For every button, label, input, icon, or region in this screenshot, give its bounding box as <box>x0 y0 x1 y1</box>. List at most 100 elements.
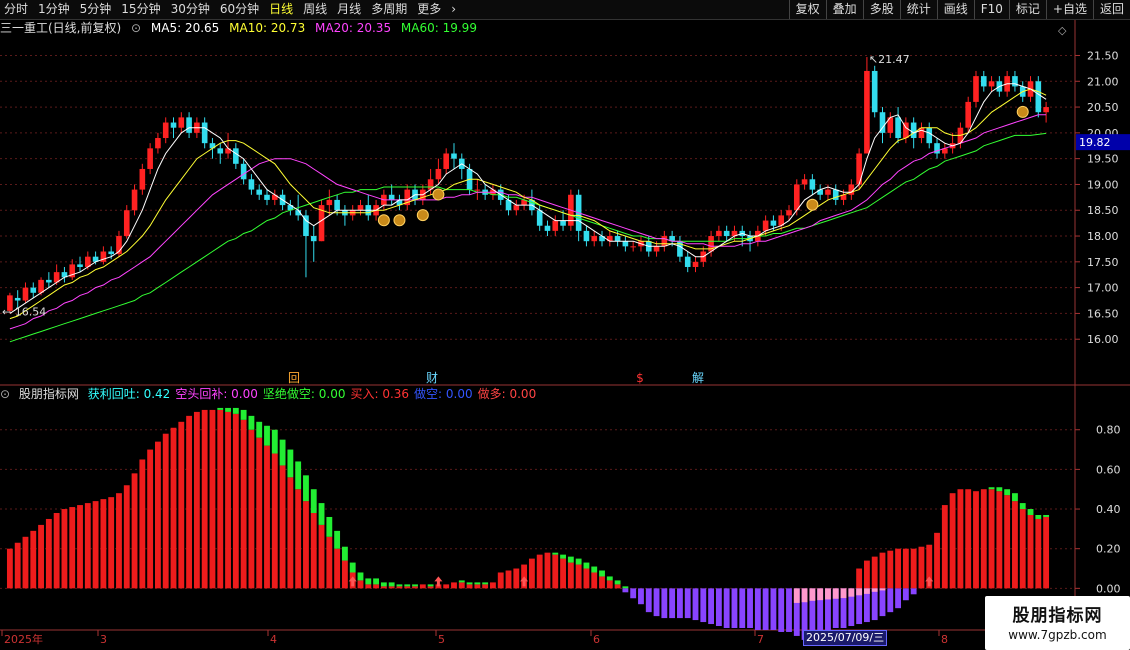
watermark-title: 股朋指标网 <box>1012 606 1103 626</box>
indicator-bar-buy <box>412 586 418 589</box>
indicator-bar-buy <box>6 548 13 589</box>
indicator-bar-buy <box>334 548 341 589</box>
indicator-bar-buy <box>1004 495 1011 589</box>
money-bag-icon <box>416 209 429 222</box>
candle-body <box>22 287 29 301</box>
indicator-bar-buy <box>201 409 208 589</box>
indicator-bar-buy <box>155 441 161 589</box>
indicator-bar-buy <box>482 584 489 589</box>
indicator-bar-profit <box>279 439 286 466</box>
candle-body <box>14 297 21 301</box>
indicator-bar-cover <box>809 588 816 601</box>
candle-body <box>248 179 255 190</box>
indicator-bar-buy <box>271 453 278 589</box>
candle-body <box>513 205 520 211</box>
indicator-bar-buy <box>918 546 925 589</box>
watermark-url: www.7gpzb.com <box>1008 628 1107 642</box>
candle-body <box>46 279 52 283</box>
candle-body <box>240 163 247 180</box>
indicator-bar-buy <box>131 473 138 589</box>
indicator-bar-profit <box>334 530 341 549</box>
indicator-bar-short <box>669 588 676 619</box>
indicator-bar-buy <box>490 582 496 589</box>
candle-body <box>147 148 153 169</box>
candle-body <box>622 241 629 247</box>
indicator-bar-profit <box>349 562 356 573</box>
indicator-bar-profit <box>575 558 582 565</box>
candle-body <box>178 117 185 128</box>
indicator-bar-buy <box>45 518 52 589</box>
candle-body <box>139 168 146 190</box>
indicator-bar-short <box>661 588 668 619</box>
indicator-bar-profit <box>606 576 613 581</box>
indicator-bar-short <box>747 588 753 628</box>
candle-body <box>801 179 808 185</box>
indicator-bar-buy <box>996 491 1003 589</box>
indicator-bar-buy <box>887 550 894 589</box>
indicator-bar-buy <box>170 427 177 589</box>
indicator-bar-short <box>754 588 761 630</box>
indicator-bar-buy <box>318 524 325 589</box>
indicator-bar-profit <box>303 475 309 502</box>
indicator-bar-buy <box>14 542 21 589</box>
indicator-bar-profit <box>264 425 270 446</box>
indicator-bar-buy <box>38 524 44 589</box>
candle-body <box>435 168 442 180</box>
indicator-bar-buy <box>396 586 403 589</box>
indicator-bar-buy <box>910 548 917 589</box>
price-tick-label: 18.00 <box>1087 230 1119 243</box>
money-bag-icon <box>1016 105 1029 118</box>
candle-body <box>186 117 192 133</box>
indicator-bar-profit <box>388 582 395 587</box>
indicator-bar-buy <box>895 548 901 589</box>
indicator-bar-buy <box>341 560 348 589</box>
indicator-bar-buy <box>567 562 574 589</box>
candle-body <box>474 189 481 191</box>
indicator-bar-cover <box>832 588 839 599</box>
indicator-tick-label: 0.80 <box>1096 424 1121 437</box>
indicator-bar-buy <box>310 513 317 589</box>
candle-body <box>38 279 44 293</box>
candle-body <box>170 122 177 128</box>
indicator-bar-cover <box>817 588 824 601</box>
indicator-bar-buy <box>941 505 948 589</box>
indicator-bar-profit <box>474 582 481 585</box>
indicator-bar-short <box>902 588 909 601</box>
indicator-bar-buy <box>303 501 309 589</box>
indicator-bar-buy <box>279 465 286 589</box>
candle-body <box>264 194 270 200</box>
candle-body <box>131 189 138 211</box>
indicator-bar-short <box>731 588 738 628</box>
indicator-tick-label: 0.20 <box>1096 543 1121 556</box>
indicator-bar-buy <box>100 499 107 589</box>
ma20-line <box>9 114 1047 330</box>
indicator-bar-cover <box>871 588 878 592</box>
indicator-bar-short <box>871 588 878 621</box>
price-tick-label: 17.50 <box>1087 256 1119 269</box>
indicator-bar-profit <box>380 582 387 587</box>
candle-body <box>1035 81 1042 113</box>
indicator-bar-buy <box>84 503 91 589</box>
indicator-bar-buy <box>1019 509 1026 589</box>
indicator-bar-profit <box>240 409 247 420</box>
indicator-bar-buy <box>575 564 582 589</box>
indicator-bar-buy <box>536 554 543 589</box>
price-tick-label: 16.50 <box>1087 307 1119 320</box>
indicator-bar-buy <box>544 552 551 589</box>
high-price-label: ↖21.47 <box>869 53 910 66</box>
indicator-bar-buy <box>404 586 411 589</box>
candle-body <box>692 261 699 267</box>
indicator-bar-cover <box>879 588 886 591</box>
indicator-bar-profit <box>1012 493 1018 502</box>
time-axis-label: 8 <box>941 633 948 646</box>
indicator-bar-buy <box>856 568 863 589</box>
indicator-bar-buy <box>879 552 886 589</box>
indicator-bar-buy <box>1035 518 1042 589</box>
indicator-bar-profit <box>326 516 333 537</box>
indicator-bar-short <box>630 588 637 599</box>
indicator-bar-buy <box>193 411 200 589</box>
time-axis-label: 5 <box>438 633 445 646</box>
candle-body <box>77 264 83 267</box>
indicator-bar-buy <box>1043 516 1050 589</box>
kline-chart[interactable]: 21.5021.0020.5020.0019.5019.0018.5018.00… <box>0 0 1130 650</box>
